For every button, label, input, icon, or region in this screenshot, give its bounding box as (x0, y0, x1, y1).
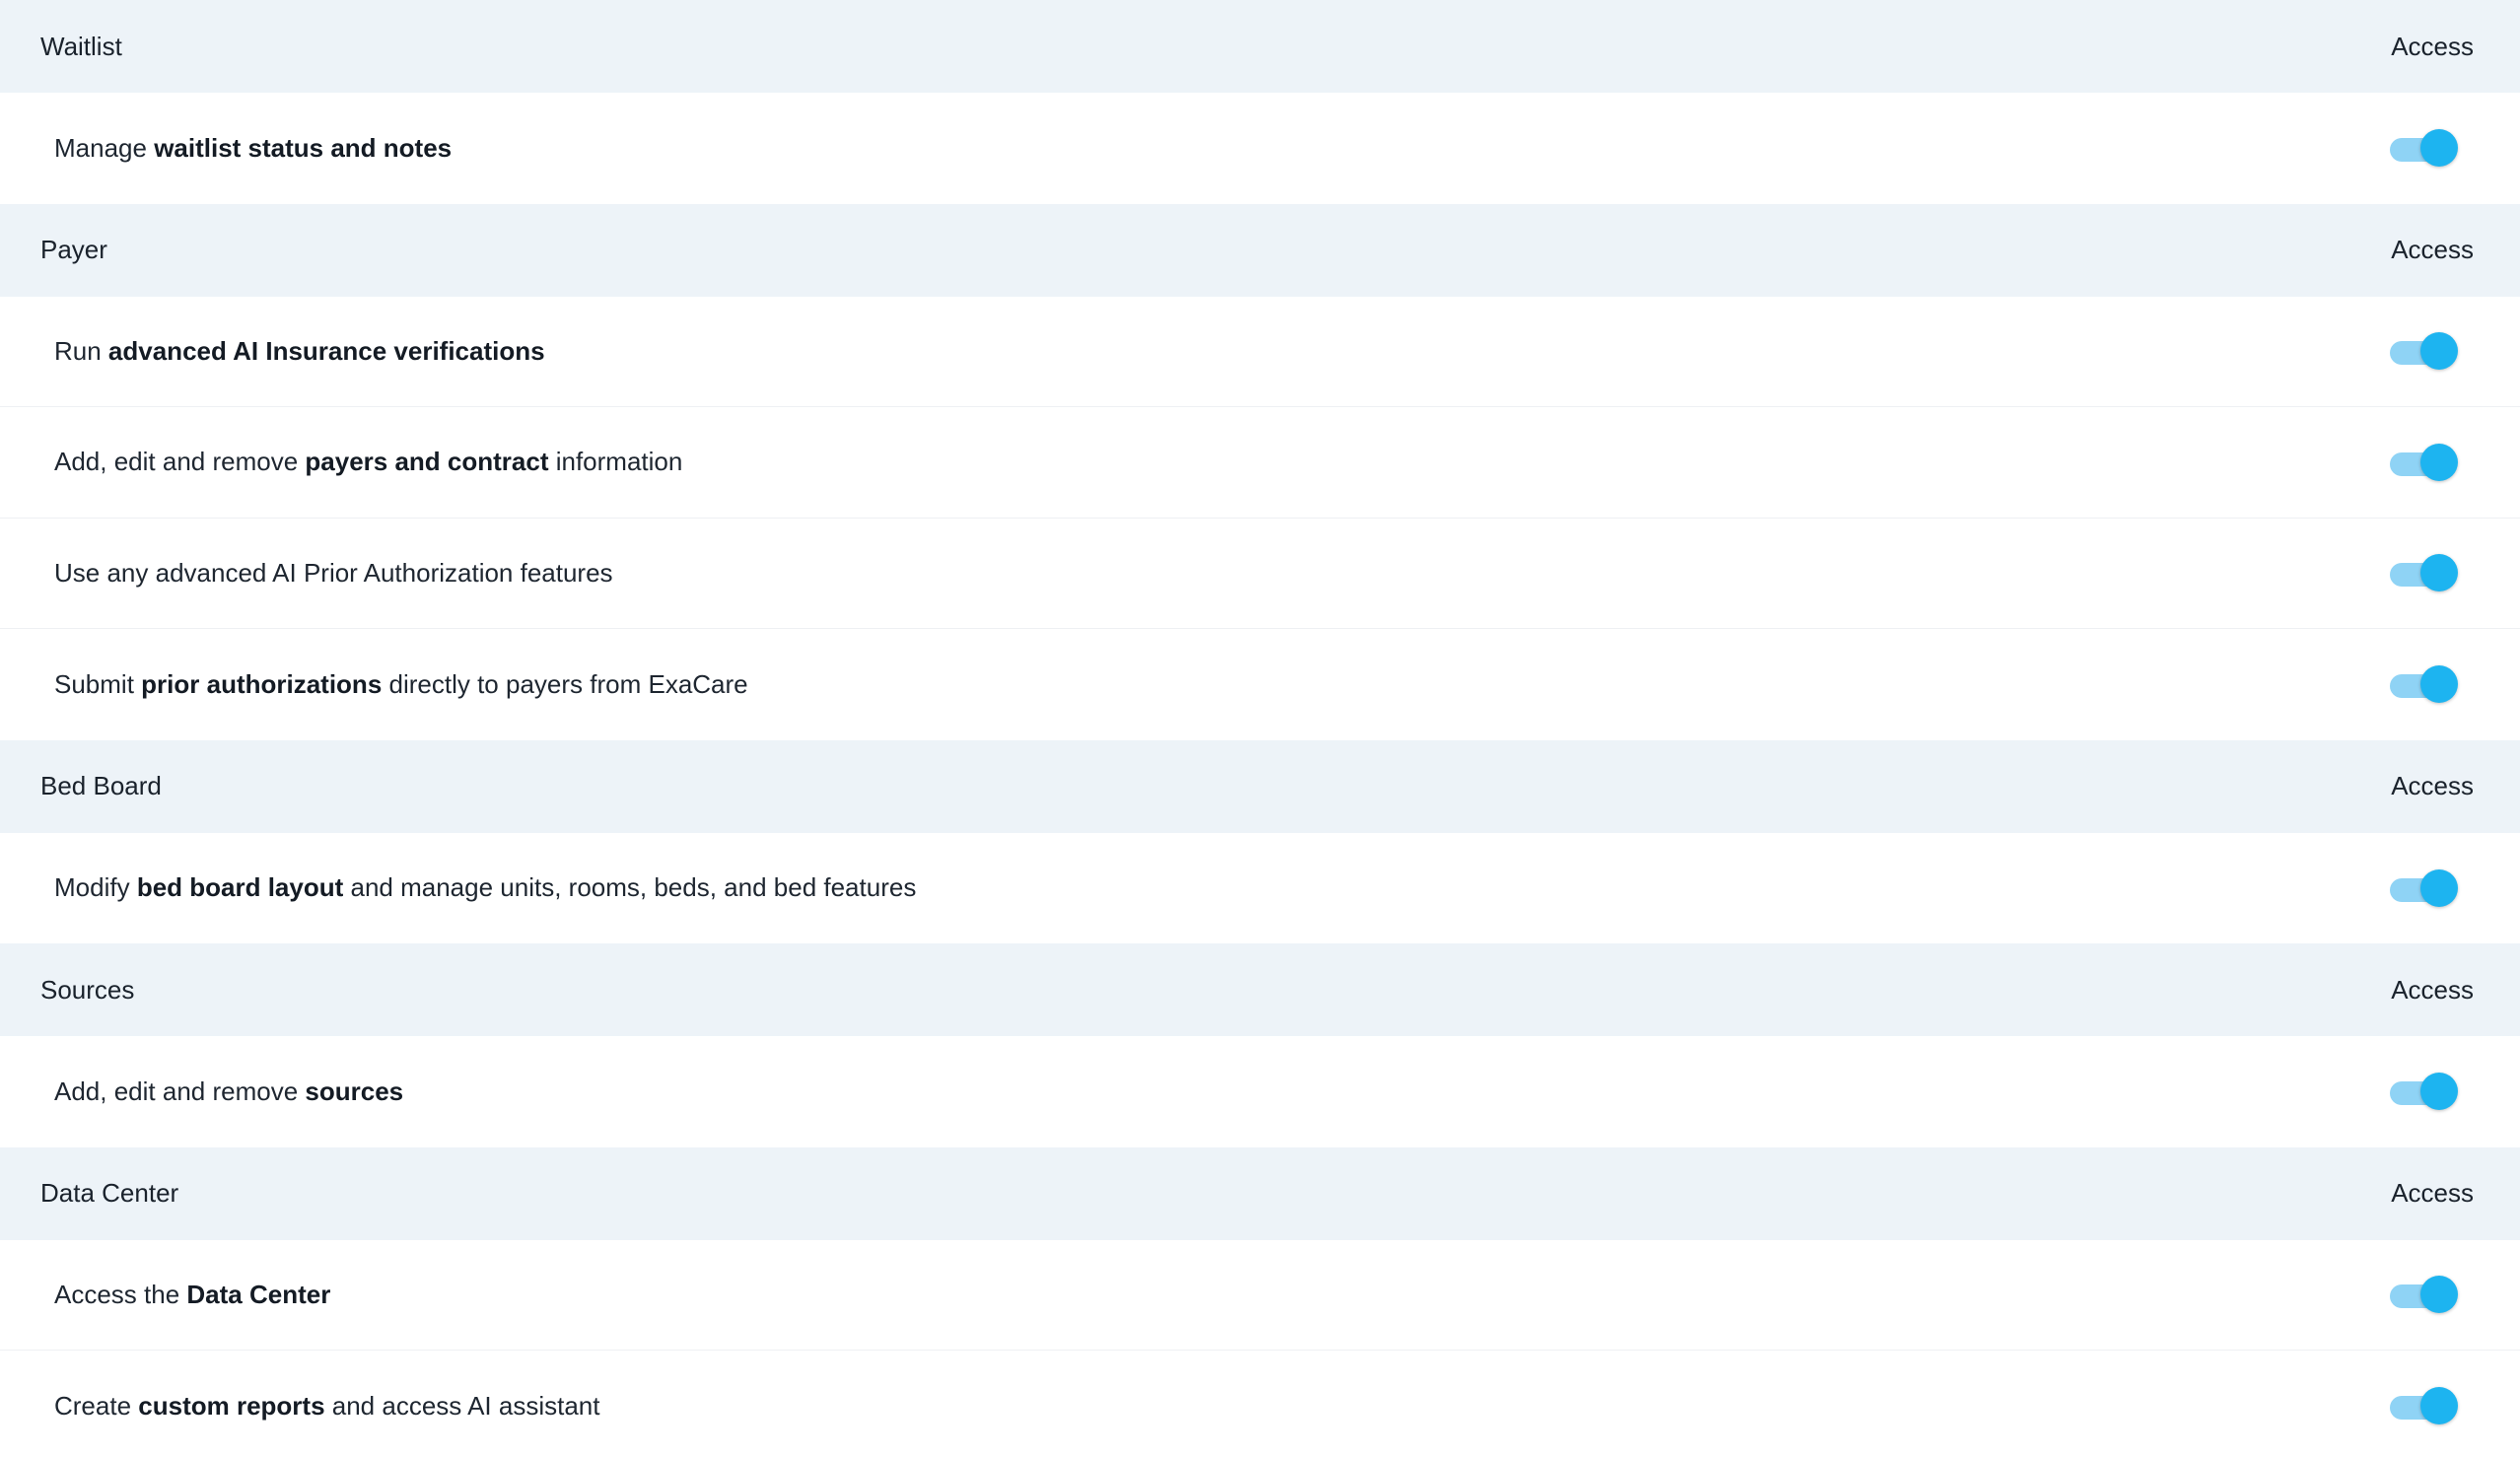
permission-label: Manage waitlist status and notes (54, 133, 452, 164)
access-toggle[interactable] (2390, 443, 2459, 482)
permission-row: Submit prior authorizations directly to … (0, 629, 2520, 740)
access-toggle[interactable] (2390, 331, 2459, 371)
permission-row: Modify bed board layout and manage units… (0, 832, 2520, 943)
toggle-knob (2420, 332, 2458, 371)
permission-label-text: Create (54, 1390, 139, 1421)
permission-label: Submit prior authorizations directly to … (54, 669, 748, 700)
section-title: Bed Board (40, 771, 162, 800)
permission-row: Access the Data Center (0, 1239, 2520, 1351)
permission-label-text: Add, edit and remove (54, 447, 306, 477)
permission-label-emphasis: payers and contract (305, 447, 549, 477)
toggle-knob (2420, 868, 2458, 907)
section-header-bed-board: Bed Board Access (0, 739, 2520, 833)
permission-label-emphasis: Data Center (186, 1279, 331, 1309)
section-title: Sources (40, 974, 135, 1005)
access-toggle[interactable] (2390, 553, 2459, 592)
access-column-label: Access (2391, 1178, 2474, 1208)
permission-label-text: directly to payers from ExaCare (382, 668, 748, 699)
toggle-knob (2420, 665, 2458, 704)
toggle-knob (2420, 1276, 2458, 1314)
permission-label-text: Modify (54, 872, 137, 903)
permission-label: Use any advanced AI Prior Authorization … (54, 558, 613, 589)
permission-row: Manage waitlist status and notes (0, 93, 2520, 204)
permission-label-text: Use any advanced AI Prior Authorization … (54, 557, 613, 588)
access-column-label: Access (2391, 974, 2474, 1005)
permission-label: Access the Data Center (54, 1280, 330, 1310)
access-toggle[interactable] (2390, 868, 2459, 908)
permission-label-emphasis: sources (305, 1075, 404, 1106)
permission-label: Modify bed board layout and manage units… (54, 872, 916, 903)
access-column-label: Access (2391, 235, 2474, 264)
permission-label-text: and access AI assistant (324, 1390, 600, 1421)
toggle-knob (2420, 129, 2458, 168)
permission-label-emphasis: custom reports (138, 1390, 325, 1421)
section-header-sources: Sources Access (0, 943, 2520, 1036)
permission-label: Add, edit and remove sources (54, 1076, 403, 1107)
access-toggle[interactable] (2390, 128, 2459, 168)
permission-row: Add, edit and remove sources (0, 1036, 2520, 1147)
permission-label-emphasis: prior authorizations (141, 668, 383, 699)
permission-label-text: Run (54, 335, 108, 366)
permission-label: Add, edit and remove payers and contract… (54, 447, 682, 477)
section-header-payer: Payer Access (0, 203, 2520, 297)
permission-label-emphasis: bed board layout (136, 872, 344, 903)
toggle-knob (2420, 443, 2458, 481)
permission-row: Run advanced AI Insurance verifications (0, 296, 2520, 407)
permission-label: Create custom reports and access AI assi… (54, 1391, 599, 1422)
section-header-data-center: Data Center Access (0, 1146, 2520, 1240)
toggle-knob (2420, 1387, 2458, 1425)
section-title: Waitlist (40, 31, 122, 61)
section-title: Payer (40, 235, 107, 264)
permission-label-text: Manage (54, 132, 155, 163)
permission-label-text: and manage units, rooms, beds, and bed f… (343, 872, 917, 903)
permissions-table: Waitlist Access Manage waitlist status and… (0, 0, 2520, 1457)
permission-label-emphasis: advanced AI Insurance verifications (107, 335, 545, 366)
permission-label-text: Access the (54, 1279, 187, 1309)
permission-label-text: information (548, 447, 683, 477)
permission-label-emphasis: waitlist status and notes (154, 132, 453, 163)
toggle-knob (2420, 1073, 2458, 1111)
access-toggle[interactable] (2390, 664, 2459, 704)
permission-row: Add, edit and remove payers and contract… (0, 407, 2520, 519)
access-toggle[interactable] (2390, 1072, 2459, 1111)
permission-label: Run advanced AI Insurance verifications (54, 336, 545, 367)
toggle-knob (2420, 554, 2458, 592)
permission-label-text: Submit (54, 668, 142, 699)
access-column-label: Access (2391, 31, 2474, 61)
section-title: Data Center (40, 1178, 179, 1208)
section-header-waitlist: Waitlist Access (0, 0, 2520, 93)
permission-row: Use any advanced AI Prior Authorization … (0, 518, 2520, 629)
permission-row: Create custom reports and access AI assi… (0, 1351, 2520, 1457)
access-toggle[interactable] (2390, 1275, 2459, 1314)
permission-label-text: Add, edit and remove (54, 1075, 306, 1106)
access-column-label: Access (2391, 771, 2474, 800)
access-toggle[interactable] (2390, 1386, 2459, 1425)
